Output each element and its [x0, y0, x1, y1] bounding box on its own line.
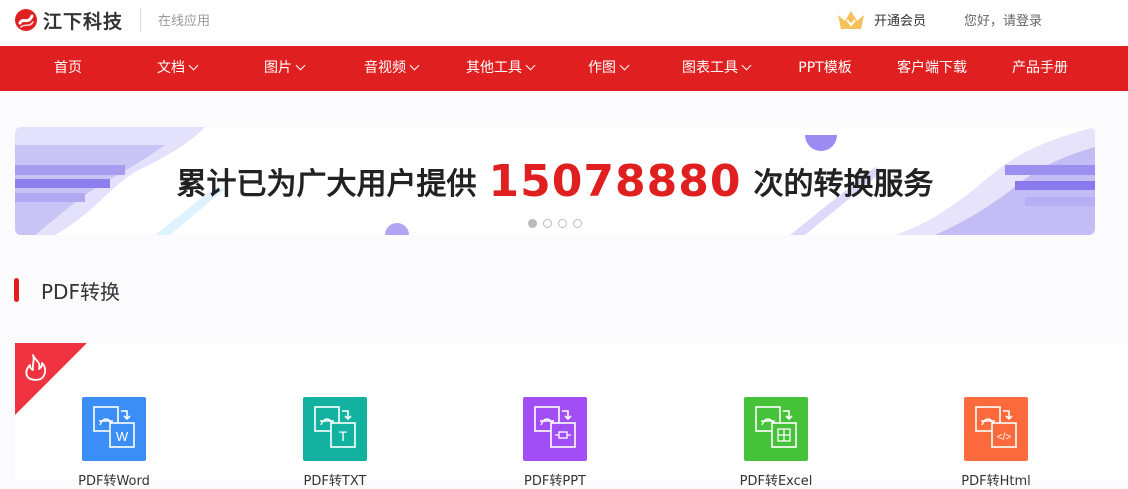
- chevron-down-icon: [619, 60, 630, 71]
- html-doc-icon: </>: [975, 406, 1017, 448]
- nav-item-home[interactable]: 首页: [54, 46, 82, 91]
- nav-item-image[interactable]: 图片: [264, 46, 306, 91]
- crown-icon[interactable]: [836, 8, 866, 32]
- site-subtitle: 在线应用: [158, 14, 211, 29]
- txt-doc-icon: T: [314, 406, 356, 448]
- nav-item-chart-tools[interactable]: 图表工具: [682, 46, 752, 91]
- nav-item-document[interactable]: 文档: [157, 46, 199, 91]
- nav-item-other-tools[interactable]: 其他工具: [466, 46, 536, 91]
- excel-doc-icon: [755, 406, 797, 448]
- hot-badge: [15, 343, 87, 415]
- logo-icon[interactable]: [14, 8, 38, 32]
- word-doc-icon: W: [93, 406, 135, 448]
- login-link[interactable]: 您好，请登录: [964, 10, 1042, 29]
- tool-pdf-to-html[interactable]: </>: [964, 397, 1028, 461]
- banner-carousel[interactable]: 累计已为广大用户提供 15078880 次的转换服务: [15, 127, 1095, 235]
- carousel-dot[interactable]: [528, 219, 537, 228]
- chevron-down-icon: [409, 60, 420, 71]
- nav-item-ppt-template[interactable]: PPT模板: [798, 46, 851, 91]
- svg-text:W: W: [116, 429, 129, 444]
- chevron-down-icon: [741, 60, 752, 71]
- nav-item-product-manual[interactable]: 产品手册: [1012, 46, 1068, 91]
- chevron-down-icon: [295, 60, 306, 71]
- top-bar: 江下科技 在线应用 开通会员 您好，请登录: [0, 0, 1128, 46]
- nav-item-client-download[interactable]: 客户端下载: [897, 46, 967, 91]
- main-nav: 首页 文档 图片 音视频 其他工具 作图 图表工具 PPT模板 客户端下载 产品…: [0, 46, 1128, 91]
- logo-divider: [140, 8, 141, 32]
- tool-pdf-to-txt[interactable]: T: [303, 397, 367, 461]
- svg-text:</>: </>: [997, 432, 1012, 443]
- tool-pdf-to-word[interactable]: W: [82, 397, 146, 461]
- tool-pdf-to-ppt[interactable]: [523, 397, 587, 461]
- vip-link[interactable]: 开通会员: [874, 10, 926, 29]
- nav-item-draw[interactable]: 作图: [588, 46, 630, 91]
- chevron-down-icon: [525, 60, 536, 71]
- ppt-doc-icon: [534, 406, 576, 448]
- carousel-dot[interactable]: [543, 219, 552, 228]
- svg-text:T: T: [339, 428, 348, 444]
- banner-headline: 累计已为广大用户提供 15078880 次的转换服务: [176, 155, 934, 207]
- tool-pdf-to-excel[interactable]: [744, 397, 808, 461]
- chevron-down-icon: [188, 60, 199, 71]
- carousel-dot[interactable]: [573, 219, 582, 228]
- logo-text[interactable]: 江下科技: [43, 7, 123, 34]
- section-accent: [14, 278, 19, 302]
- nav-item-av[interactable]: 音视频: [364, 46, 420, 91]
- section-title: PDF转换: [41, 280, 120, 304]
- carousel-dot[interactable]: [558, 219, 567, 228]
- service-count: 15078880: [488, 155, 742, 207]
